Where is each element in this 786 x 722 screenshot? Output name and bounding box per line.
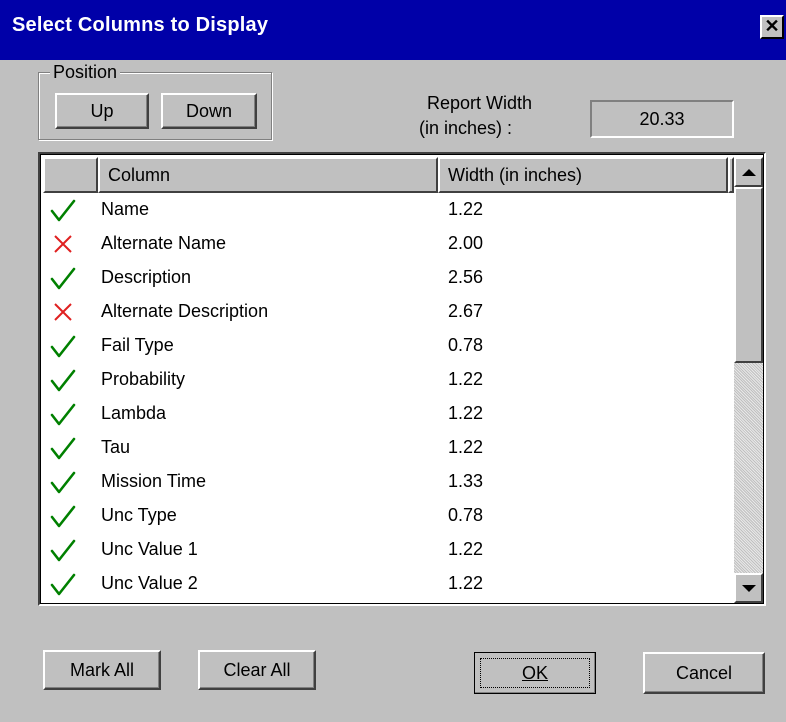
position-group-label: Position — [50, 62, 121, 83]
check-icon[interactable] — [49, 434, 77, 462]
header-mark[interactable] — [43, 157, 98, 193]
list-header: Column Width (in inches) — [43, 157, 734, 193]
column-width: 1.22 — [448, 403, 484, 423]
list-rows: Name 1.22 Alternate Name 2.00 Description 2.5… — [43, 193, 734, 601]
table-row[interactable]: Mission Time 1.33 — [43, 465, 734, 499]
column-width: 2.56 — [448, 267, 484, 287]
header-column[interactable]: Column — [98, 157, 438, 193]
check-icon[interactable] — [49, 468, 77, 496]
title-bar[interactable]: Select Columns to Display ✕ — [0, 0, 786, 60]
column-name: Alternate Name — [101, 233, 227, 253]
scroll-up-button[interactable] — [734, 157, 763, 187]
cancel-label: Cancel — [675, 662, 733, 683]
report-width-field: 20.33 — [590, 100, 734, 138]
column-width: 0.78 — [448, 505, 484, 525]
cross-icon[interactable] — [49, 298, 77, 326]
check-icon[interactable] — [49, 196, 77, 224]
columns-list[interactable]: Column Width (in inches) Name 1.22 Alterna… — [38, 152, 766, 606]
select-columns-dialog: Select Columns to Display ✕ Position Up … — [0, 0, 786, 722]
cross-icon[interactable] — [49, 230, 77, 258]
arrow-down-icon — [741, 584, 756, 592]
column-width: 1.22 — [448, 539, 484, 559]
column-width: 1.22 — [448, 199, 484, 219]
window-title: Select Columns to Display — [12, 14, 269, 36]
check-icon[interactable] — [49, 366, 77, 394]
down-button-label: Down — [185, 100, 233, 121]
table-row[interactable]: Lambda 1.22 — [43, 397, 734, 431]
report-width-label: Report Width — [427, 93, 533, 113]
report-width-units-label: (in inches) : — [419, 118, 513, 138]
close-button[interactable]: ✕ — [760, 15, 784, 39]
column-name: Unc Type — [101, 505, 177, 525]
check-icon[interactable] — [49, 400, 77, 428]
close-icon: ✕ — [764, 16, 780, 36]
column-name: Lambda — [101, 403, 167, 423]
column-name: Probability — [101, 369, 186, 389]
header-width[interactable]: Width (in inches) — [438, 157, 728, 193]
column-name: Unc Value 2 — [101, 573, 198, 593]
column-width: 2.67 — [448, 301, 484, 321]
clear-all-button[interactable]: Clear All — [198, 650, 316, 690]
column-name: Alternate Description — [101, 301, 269, 321]
cancel-button[interactable]: Cancel — [643, 652, 765, 694]
column-name: Unc Value 1 — [101, 539, 198, 559]
check-icon[interactable] — [49, 502, 77, 530]
table-row[interactable]: Unc Value 2 1.22 — [43, 567, 734, 601]
mark-all-label: Mark All — [69, 659, 134, 680]
table-row[interactable]: Name 1.22 — [43, 193, 734, 227]
arrow-up-icon — [741, 168, 756, 176]
column-width: 1.22 — [448, 437, 484, 457]
column-name: Description — [101, 267, 192, 287]
table-row[interactable]: Unc Value 1 1.22 — [43, 533, 734, 567]
table-row[interactable]: Fail Type 0.78 — [43, 329, 734, 363]
report-width-value: 20.33 — [639, 108, 685, 129]
table-row[interactable]: Probability 1.22 — [43, 363, 734, 397]
scroll-down-button[interactable] — [734, 573, 763, 603]
table-row[interactable]: Description 2.56 — [43, 261, 734, 295]
column-name: Tau — [101, 437, 131, 457]
ok-button[interactable]: OK — [474, 652, 596, 694]
column-width: 1.22 — [448, 369, 484, 389]
down-button[interactable]: Down — [161, 93, 257, 129]
mark-all-button[interactable]: Mark All — [43, 650, 161, 690]
up-button[interactable]: Up — [55, 93, 149, 129]
clear-all-label: Clear All — [223, 659, 291, 680]
column-width: 0.78 — [448, 335, 484, 355]
table-row[interactable]: Alternate Description 2.67 — [43, 295, 734, 329]
column-width: 2.00 — [448, 233, 484, 253]
check-icon[interactable] — [49, 264, 77, 292]
column-name: Mission Time — [101, 471, 207, 491]
column-name: Name — [101, 199, 150, 219]
table-row[interactable]: Tau 1.22 — [43, 431, 734, 465]
table-row[interactable]: Alternate Name 2.00 — [43, 227, 734, 261]
scroll-thumb[interactable] — [734, 187, 763, 363]
check-icon[interactable] — [49, 536, 77, 564]
focus-ring — [475, 653, 595, 693]
check-icon[interactable] — [49, 570, 77, 598]
vertical-scrollbar[interactable] — [734, 157, 763, 603]
column-name: Fail Type — [101, 335, 174, 355]
table-row[interactable]: Unc Type 0.78 — [43, 499, 734, 533]
column-width: 1.33 — [448, 471, 484, 491]
up-button-label: Up — [90, 100, 114, 121]
column-width: 1.22 — [448, 573, 484, 593]
check-icon[interactable] — [49, 332, 77, 360]
